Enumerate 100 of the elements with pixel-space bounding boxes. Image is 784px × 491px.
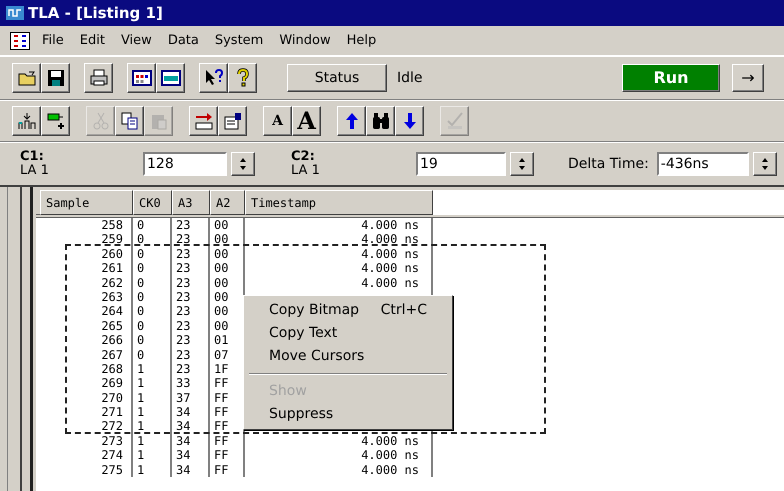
cursor-field[interactable]: 128: [143, 152, 227, 176]
toolbar-button[interactable]: [84, 63, 113, 93]
table-cell: 4.000 ns: [245, 462, 433, 478]
delta-field[interactable]: -436ns: [656, 152, 749, 176]
window-grid-icon: [132, 68, 152, 88]
font-size-button[interactable]: A: [292, 106, 321, 136]
table-cell: 274: [40, 448, 133, 463]
table-cell: 34: [172, 419, 210, 434]
menu-item[interactable]: Help: [338, 30, 384, 50]
table-cell: 1: [133, 390, 172, 406]
table-cell: 271: [40, 405, 133, 420]
spinner-control[interactable]: [752, 152, 777, 176]
new-window-icon: [160, 68, 180, 88]
column-header[interactable]: Sample: [40, 190, 133, 215]
column-header[interactable]: A2: [210, 190, 245, 215]
font-size-button[interactable]: A: [263, 106, 292, 136]
column-header[interactable]: Timestamp: [245, 190, 433, 215]
table-cell: 266: [40, 333, 133, 348]
toolbar-button[interactable]: [228, 63, 257, 93]
table-cell: 1: [133, 434, 172, 448]
table-cell: 0: [133, 290, 172, 304]
table-cell: 1: [133, 405, 172, 420]
table-cell: 0: [133, 246, 172, 262]
table-cell: 23: [172, 333, 210, 348]
pointer-help-icon: [204, 68, 224, 88]
toolbar-button[interactable]: [41, 106, 70, 136]
menu-option[interactable]: Copy Text: [247, 322, 449, 345]
column-header[interactable]: A3: [172, 190, 210, 215]
menu-item[interactable]: System: [206, 30, 272, 50]
table-cell: 34: [172, 434, 210, 448]
cursor-field[interactable]: 19: [416, 152, 506, 176]
menu-item[interactable]: Data: [160, 30, 207, 50]
table-cell: 23: [172, 246, 210, 262]
menu-option[interactable]: Copy Bitmap Ctrl+C: [247, 299, 449, 322]
table-cell: 0: [133, 276, 172, 290]
toolbar-button[interactable]: [366, 106, 395, 136]
table-cell: 34: [172, 462, 210, 478]
table-cell: 268: [40, 362, 133, 376]
menu-item[interactable]: Window: [271, 30, 339, 50]
table-cell: 00: [210, 232, 245, 247]
table-cell: 4.000 ns: [245, 448, 433, 463]
table-cell: 0: [133, 261, 172, 276]
spinner-control[interactable]: [510, 152, 534, 176]
table-cell: 0: [133, 218, 172, 232]
table-cell: 34: [172, 448, 210, 463]
menu-option[interactable]: Suppress: [247, 403, 449, 426]
run-button[interactable]: Run: [622, 64, 720, 92]
add-column-icon: [46, 111, 66, 131]
table-cell: 34: [172, 405, 210, 420]
spin-arrows-icon: [517, 156, 527, 172]
copy-icon: [120, 111, 140, 131]
table-cell: 1: [133, 462, 172, 478]
menu-option[interactable]: Move Cursors: [247, 345, 449, 368]
table-cell: 0: [133, 232, 172, 247]
toolbar-button[interactable]: [189, 106, 218, 136]
status-button[interactable]: Status: [287, 64, 387, 92]
table-cell: 1: [133, 419, 172, 434]
scissors-icon: [90, 111, 110, 131]
table-cell: 270: [40, 390, 133, 406]
column-header[interactable]: CK0: [133, 190, 172, 215]
toolbar-button[interactable]: [12, 106, 41, 136]
table-cell: 0: [133, 304, 172, 319]
table-cell: 23: [172, 218, 210, 232]
table-cell: 272: [40, 419, 133, 434]
printer-icon: [88, 68, 108, 88]
table-cell: 275: [40, 462, 133, 478]
table-cell: 23: [172, 276, 210, 290]
table-cell: 261: [40, 261, 133, 276]
toolbar-button[interactable]: [156, 63, 185, 93]
window-title: TLA - [Listing 1]: [28, 2, 163, 24]
menu-item[interactable]: Edit: [72, 30, 113, 50]
table-cell: 1: [133, 362, 172, 376]
toolbar-button[interactable]: [41, 63, 70, 93]
table-cell: 23: [172, 261, 210, 276]
menu-item[interactable]: View: [112, 30, 160, 50]
arrow-button[interactable]: →: [732, 64, 764, 92]
toolbar-button[interactable]: [218, 106, 247, 136]
table-cell: 1: [133, 376, 172, 391]
goto-arrow-icon: [194, 111, 214, 131]
table-cell: 23: [172, 348, 210, 362]
toolbar-button[interactable]: [337, 106, 366, 136]
toolbar-button[interactable]: [115, 106, 144, 136]
cursor-source: LA 1: [20, 164, 50, 178]
table-cell: FF: [210, 448, 245, 463]
toolbar-button[interactable]: [199, 63, 228, 93]
toolbar-button[interactable]: [127, 63, 156, 93]
binoculars-icon: [370, 111, 390, 131]
table-cell: 1: [133, 448, 172, 463]
menu-item[interactable]: File: [34, 30, 72, 50]
table-cell: 4.000 ns: [245, 276, 433, 290]
table-cell: 00: [210, 276, 245, 290]
toolbar-button[interactable]: [12, 63, 41, 93]
table-cell: 273: [40, 434, 133, 448]
table-cell: 4.000 ns: [245, 232, 433, 247]
spinner-control[interactable]: [231, 152, 255, 176]
table-cell: 00: [210, 246, 245, 262]
table-cell: 00: [210, 218, 245, 232]
table-cell: 258: [40, 218, 133, 232]
toolbar-button[interactable]: [395, 106, 424, 136]
table-cell: 4.000 ns: [245, 218, 433, 232]
